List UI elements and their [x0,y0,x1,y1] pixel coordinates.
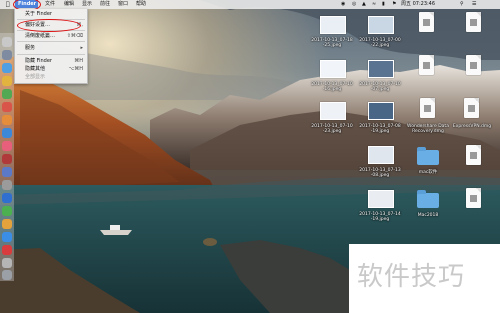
desktop-document[interactable] [411,12,441,44]
menu-item-hide-finder[interactable]: 隐藏 Finder ⌘H [15,57,87,65]
submenu-arrow-icon: ▸ [80,45,83,51]
photos-dock-icon[interactable] [2,115,12,125]
safari-dock-icon[interactable] [2,63,12,73]
desktop-file[interactable]: 2017-10-13_07-00 -22.jpeg [352,14,408,54]
highlight-oval-preferences [17,19,81,32]
document-icon [466,188,481,208]
launchpad-dock-icon[interactable] [2,50,12,60]
wechat-dock-icon[interactable] [2,206,12,216]
calendar-dock-icon[interactable] [2,102,12,112]
desktop-document[interactable] [458,188,488,220]
finder-dock-icon[interactable] [2,37,12,47]
app-dock-icon[interactable] [2,193,12,203]
music-dock-icon[interactable] [2,141,12,151]
file-thumbnail [320,102,346,120]
status-icon-1[interactable]: ◉ [341,0,345,9]
desktop-folder[interactable]: Mac2018 [400,189,456,225]
watermark-text: 软件技巧 [357,262,466,292]
app-dock-icon[interactable] [2,245,12,255]
watermark: 软件技巧 [349,244,500,313]
notification-center-icon[interactable]: ☰ [472,0,476,9]
search-icon[interactable]: ⚲ [460,0,464,9]
app-dock-icon[interactable] [2,154,12,164]
menu-item-hide-others-label: 隐藏其他 [25,66,46,72]
settings-dock-icon[interactable] [2,180,12,190]
status-icon-2[interactable]: ◎ [352,0,356,9]
file-thumbnail [368,190,394,208]
dock [0,33,14,281]
downloads-dock-icon[interactable] [2,258,12,268]
messages-dock-icon[interactable] [2,89,12,99]
menu-item-show-all: 全部显示 [15,73,87,81]
menu-item-show-all-label: 全部显示 [25,74,46,80]
app-dock-icon[interactable] [2,219,12,229]
menu-file[interactable]: 文件 [45,0,55,9]
flag-icon[interactable]: ⚑ [392,0,396,9]
desktop-folder[interactable]: mac软件 [400,146,456,182]
apple-menu-icon[interactable]:  [6,0,10,9]
desktop-wallpaper:  Finder 文件 编辑 显示 前往 窗口 帮助 ◉ ◎ ▲ ≈ ▮ ⚑ 周… [0,0,500,313]
menu-view[interactable]: 显示 [82,0,92,9]
desktop-document[interactable] [458,12,488,44]
status-icon-3[interactable]: ▲ [362,0,366,9]
menu-item-empty-trash-label: 清倒废纸篓… [25,33,56,39]
menu-help[interactable]: 帮助 [136,0,146,9]
menu-item-empty-trash[interactable]: 清倒废纸篓… ⇧⌘⌫ [15,32,87,40]
file-label-line2: -07.jpeg [370,87,390,92]
menu-bar:  Finder 文件 编辑 显示 前往 窗口 帮助 ◉ ◎ ▲ ≈ ▮ ⚑ 周… [0,0,500,9]
menu-item-empty-trash-shortcut: ⇧⌘⌫ [66,33,83,39]
folder-icon [417,147,439,165]
appstore-dock-icon[interactable] [2,167,12,177]
document-icon [419,12,434,32]
menu-go[interactable]: 前往 [100,0,110,9]
menu-window[interactable]: 窗口 [118,0,128,9]
desktop-file[interactable]: 2017-10-13_07-10 -07.jpeg [352,58,408,98]
file-thumbnail [368,60,394,78]
desktop-document[interactable]: ExpressVPN.dmg [444,98,500,140]
file-thumbnail [368,146,394,164]
mail-dock-icon[interactable] [2,128,12,138]
trash-dock-icon[interactable] [2,270,12,280]
file-thumbnail [368,102,394,120]
document-icon [464,98,479,118]
menu-item-hide-finder-shortcut: ⌘H [74,58,83,64]
document-icon [466,145,481,165]
folder-label: Mac2018 [417,213,439,218]
clock[interactable]: 周五 07:23:46 [401,0,435,9]
menu-separator [17,41,85,42]
document-icon [466,55,481,75]
desktop-document[interactable] [411,55,441,87]
menu-item-about-label: 关于 Finder [25,11,52,17]
file-thumbnail [320,60,346,78]
menu-separator [17,54,85,55]
folder-icon [417,190,439,208]
file-thumbnail [368,16,394,34]
wifi-icon[interactable]: ≈ [372,0,376,9]
menu-item-hide-finder-label: 隐藏 Finder [25,58,52,64]
menu-item-about[interactable]: 关于 Finder [15,10,87,18]
desktop-document[interactable] [458,55,488,87]
notes-dock-icon[interactable] [2,76,12,86]
menu-item-hide-others[interactable]: 隐藏其他 ⌥⌘H [15,65,87,73]
document-icon [419,55,434,75]
file-label-line2: -22.jpeg [370,43,390,48]
menu-item-services[interactable]: 服务 ▸ [15,44,87,52]
menu-item-hide-others-shortcut: ⌥⌘H [68,66,83,72]
folder-label: mac软件 [418,170,438,175]
file-thumbnail [320,16,346,34]
document-icon [466,12,481,32]
menu-edit[interactable]: 编辑 [64,0,74,9]
qq-dock-icon[interactable] [2,232,12,242]
menu-item-services-label: 服务 [25,45,36,51]
desktop-document[interactable] [458,145,488,177]
battery-icon[interactable]: ▮ [382,0,385,9]
document-icon [420,98,435,118]
file-label-line1: ExpressVPN.dmg [452,124,492,129]
